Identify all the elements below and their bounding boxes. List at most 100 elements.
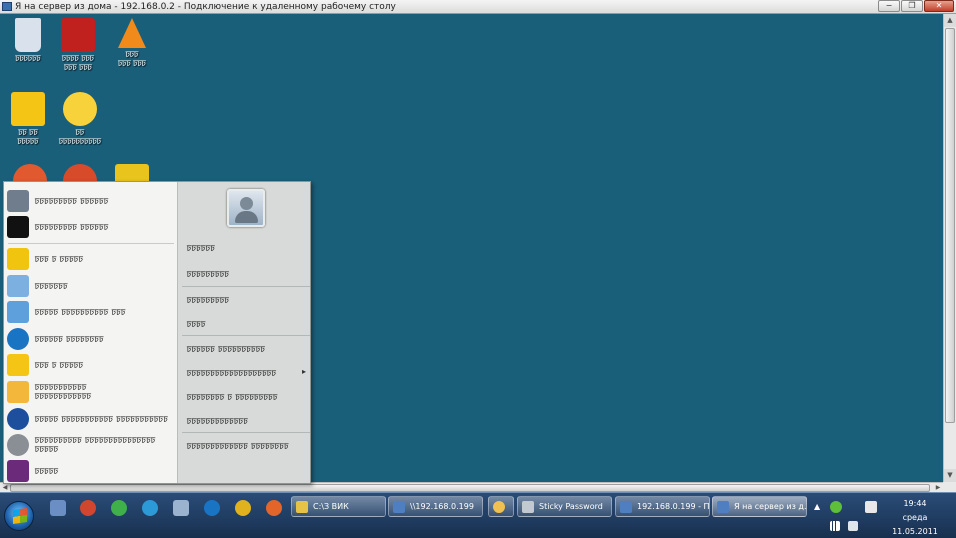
quick-launch-app-icon[interactable] — [80, 500, 96, 516]
desktop-icon-vlc[interactable]: ꠑꠑꠑ ꠑꠑꠑ ꠑꠑꠑ — [104, 18, 160, 68]
taskbar-button-app[interactable] — [488, 496, 514, 517]
start-link-user[interactable]: ꠑꠑꠑꠑꠑꠑ — [187, 243, 215, 254]
user-avatar[interactable] — [227, 189, 265, 227]
taskbar-button-label: Я на сервер из д... — [734, 502, 807, 511]
vertical-scroll-thumb[interactable] — [945, 28, 955, 423]
start-menu-programs: ꠑꠑꠑꠑꠑꠑꠑꠑꠑ ꠑꠑꠑꠑꠑꠑ ꠑꠑꠑꠑꠑꠑꠑꠑꠑ ꠑꠑꠑꠑꠑꠑ ꠑꠑꠑ ꠑ … — [4, 182, 178, 483]
start-link-help[interactable]: ꠑꠑꠑꠑꠑꠑꠑꠑ ꠑ ꠑꠑꠑꠑꠑꠑꠑꠑꠑ — [187, 392, 278, 403]
start-menu-item-label: ꠑꠑꠑꠑꠑ ꠑꠑꠑꠑꠑꠑꠑꠑꠑꠑꠑ ꠑꠑꠑꠑꠑꠑꠑꠑꠑꠑꠑ — [35, 414, 169, 424]
internet-explorer-icon — [7, 328, 29, 350]
start-menu-item-label: ꠑꠑꠑꠑꠑꠑ ꠑꠑꠑꠑꠑꠑꠑꠑ — [35, 334, 104, 344]
start-menu-item[interactable]: ꠑꠑꠑꠑꠑꠑꠑꠑꠑꠑꠑ ꠑꠑꠑꠑꠑꠑꠑꠑꠑꠑꠑꠑ — [7, 379, 177, 405]
recycle-bin-icon — [15, 18, 41, 52]
quick-launch-app-icon[interactable] — [173, 500, 189, 516]
outlook-icon — [7, 381, 29, 403]
start-menu-item-label: ꠑꠑꠑꠑꠑꠑꠑꠑꠑ ꠑꠑꠑꠑꠑꠑ — [35, 222, 109, 232]
tray-device-icon[interactable] — [865, 501, 877, 513]
restore-button[interactable]: ❐ — [901, 0, 923, 12]
sticky-password-icon — [522, 500, 534, 513]
paint-icon — [7, 275, 29, 297]
start-menu-item-label: ꠑꠑꠑꠑꠑꠑꠑꠑꠑꠑꠑ ꠑꠑꠑꠑꠑꠑꠑꠑꠑꠑꠑꠑ — [35, 383, 92, 401]
start-menu-item[interactable]: ꠑꠑꠑꠑꠑꠑꠑꠑꠑꠑ ꠑꠑꠑꠑꠑꠑꠑꠑꠑꠑꠑꠑꠑꠑꠑ ꠑꠑꠑꠑꠑ — [7, 432, 177, 458]
desktop-icon-acrobat[interactable]: ꠑꠑꠑꠑ ꠑꠑꠑ ꠑꠑꠑ ꠑꠑꠑ — [50, 18, 106, 72]
quick-launch-app-icon[interactable] — [111, 500, 127, 516]
start-menu-separator — [8, 243, 174, 244]
quick-launch-chrome-icon[interactable] — [235, 500, 251, 516]
scrollbar-corner — [943, 482, 956, 492]
volume-icon[interactable] — [848, 521, 858, 531]
clock-time: 19:44 — [903, 499, 927, 508]
close-button[interactable]: ✕ — [924, 0, 954, 12]
rdp-window-title: Я на сервер из дома - 192.168.0.2 - Подк… — [15, 1, 396, 12]
desktop-icon-label: ꠑꠑꠑꠑ ꠑꠑꠑ ꠑꠑꠑ ꠑꠑꠑ — [62, 54, 94, 72]
start-link-run[interactable]: ꠑꠑꠑꠑꠑꠑꠑꠑꠑꠑꠑꠑꠑ — [187, 416, 248, 427]
taskbar-button-sticky-password[interactable]: Sticky Password — [517, 496, 612, 517]
start-menu-item[interactable]: ꠑꠑꠑꠑꠑꠑꠑ — [7, 273, 177, 299]
1c-icon — [63, 92, 97, 126]
desktop-icon-label: ꠑꠑ ꠑꠑꠑꠑꠑꠑꠑꠑꠑꠑ — [58, 128, 102, 146]
desktop-icon-label: ꠑꠑꠑ ꠑꠑꠑ ꠑꠑꠑ — [118, 50, 146, 68]
quick-launch-show-desktop-icon[interactable] — [50, 500, 66, 516]
start-menu-item-label: ꠑꠑꠑꠑꠑꠑꠑꠑꠑ ꠑꠑꠑꠑꠑꠑ — [35, 196, 109, 206]
start-link-network[interactable]: ꠑꠑꠑꠑ — [187, 319, 206, 330]
start-menu-item[interactable]: ꠑꠑꠑ ꠑ ꠑꠑꠑꠑꠑ — [7, 246, 177, 272]
remote-desktop-icon — [2, 2, 12, 11]
start-menu-item[interactable]: ꠑꠑꠑꠑꠑꠑꠑꠑꠑ ꠑꠑꠑꠑꠑꠑ — [7, 214, 177, 240]
network-signal-icon[interactable] — [830, 521, 840, 531]
taskbar: C:\З ВИК \\192.168.0.199 Sticky Password… — [0, 492, 956, 538]
desktop-icon-label: ꠑꠑ ꠑꠑ ꠑꠑꠑꠑꠑ — [17, 128, 39, 146]
quick-launch-app-icon[interactable] — [142, 500, 158, 516]
taskbar-button-folder[interactable]: C:\З ВИК — [291, 496, 386, 517]
desktop-icon-1c-v8[interactable]: ꠑꠑ ꠑꠑ ꠑꠑꠑꠑꠑ — [0, 92, 56, 146]
clock-day: среда — [902, 513, 928, 522]
desktop-icon-recycle-bin[interactable]: ꠑꠑꠑꠑꠑꠑ — [0, 18, 56, 63]
tray-expand-icon[interactable]: ▲ — [814, 502, 820, 511]
screen: Я на сервер из дома - 192.168.0.2 - Подк… — [0, 0, 956, 538]
start-menu-item[interactable]: ꠑꠑꠑꠑꠑ ꠑꠑꠑꠑꠑꠑꠑꠑꠑꠑꠑ ꠑꠑꠑꠑꠑꠑꠑꠑꠑꠑꠑ — [7, 406, 177, 432]
start-link-control-panel[interactable]: ꠑꠑꠑꠑꠑꠑ ꠑꠑꠑꠑꠑꠑꠑꠑꠑꠑ — [187, 344, 265, 355]
rdp-title-bar: Я на сервер из дома - 192.168.0.2 - Подк… — [0, 0, 956, 14]
submenu-arrow-icon: ▸ — [301, 367, 306, 376]
scroll-down-arrow-icon[interactable]: ▼ — [944, 469, 956, 482]
quick-launch-firefox-icon[interactable] — [266, 500, 282, 516]
1c-v8-icon — [7, 354, 29, 376]
taskbar-button-label: Sticky Password — [539, 502, 603, 511]
clock[interactable]: 19:44 среда 11.05.2011 — [886, 497, 944, 538]
start-menu-item[interactable]: ꠑꠑꠑꠑꠑꠑ ꠑꠑꠑꠑꠑꠑꠑꠑ — [7, 326, 177, 352]
minimize-button[interactable]: − — [878, 0, 900, 12]
taskbar-button-network-share[interactable]: \\192.168.0.199 — [388, 496, 483, 517]
start-link-windows-security[interactable]: ꠑꠑꠑꠑꠑꠑꠑꠑꠑꠑꠑꠑꠑ ꠑꠑꠑꠑꠑꠑꠑꠑ — [187, 441, 289, 452]
start-menu-item[interactable]: ꠑꠑꠑꠑꠑ — [7, 458, 177, 484]
tray-app-icon[interactable] — [830, 501, 842, 513]
start-menu-item-label: ꠑꠑꠑ ꠑ ꠑꠑꠑꠑꠑ — [35, 254, 84, 264]
taskbar-button-label: C:\З ВИК — [313, 502, 349, 511]
1c-77-icon — [7, 248, 29, 270]
vertical-scrollbar[interactable]: ▲ ▼ — [943, 14, 956, 482]
start-link-administrative-tools[interactable]: ꠑꠑꠑꠑꠑꠑꠑꠑꠑꠑꠑꠑꠑꠑꠑꠑꠑꠑꠑ — [187, 368, 276, 379]
network-folder-icon — [393, 500, 405, 513]
start-menu-separator — [182, 432, 310, 433]
horizontal-scroll-thumb[interactable] — [10, 484, 930, 492]
taskbar-button-rdp-home[interactable]: Я на сервер из д... — [712, 496, 807, 517]
start-button[interactable] — [4, 501, 34, 531]
scroll-up-arrow-icon[interactable]: ▲ — [944, 14, 956, 27]
start-link-computer[interactable]: ꠑꠑꠑꠑꠑꠑꠑꠑꠑ — [187, 295, 229, 306]
command-prompt-icon — [7, 216, 29, 238]
vlc-cone-icon — [118, 18, 146, 48]
quick-launch-internet-explorer-icon[interactable] — [204, 500, 220, 516]
windows-logo-icon — [13, 508, 27, 524]
desktop-icon-label: ꠑꠑꠑꠑꠑꠑ — [15, 54, 41, 63]
start-link-documents[interactable]: ꠑꠑꠑꠑꠑꠑꠑꠑꠑ — [187, 269, 229, 280]
start-menu-item[interactable]: ꠑꠑꠑ ꠑ ꠑꠑꠑꠑꠑ — [7, 352, 177, 378]
start-menu-item-label: ꠑꠑꠑꠑꠑꠑꠑ — [35, 281, 68, 291]
desktop-icon-1c-app[interactable]: ꠑꠑ ꠑꠑꠑꠑꠑꠑꠑꠑꠑꠑ — [52, 92, 108, 146]
remote-desktop-icon — [620, 500, 632, 513]
start-menu-item[interactable]: ꠑꠑꠑꠑꠑꠑꠑꠑꠑ ꠑꠑꠑꠑꠑꠑ — [7, 188, 177, 214]
app-icon — [493, 500, 505, 513]
start-menu-item[interactable]: ꠑꠑꠑꠑꠑ ꠑꠑꠑꠑꠑꠑꠑꠑꠑꠑ ꠑꠑꠑ — [7, 299, 177, 325]
taskbar-button-rdp-199[interactable]: 192.168.0.199 - П... — [615, 496, 710, 517]
start-menu-item-label: ꠑꠑꠑ ꠑ ꠑꠑꠑꠑꠑ — [35, 360, 84, 370]
start-menu-separator — [182, 286, 310, 287]
folder-icon — [296, 500, 308, 513]
winrar-icon — [7, 460, 29, 482]
